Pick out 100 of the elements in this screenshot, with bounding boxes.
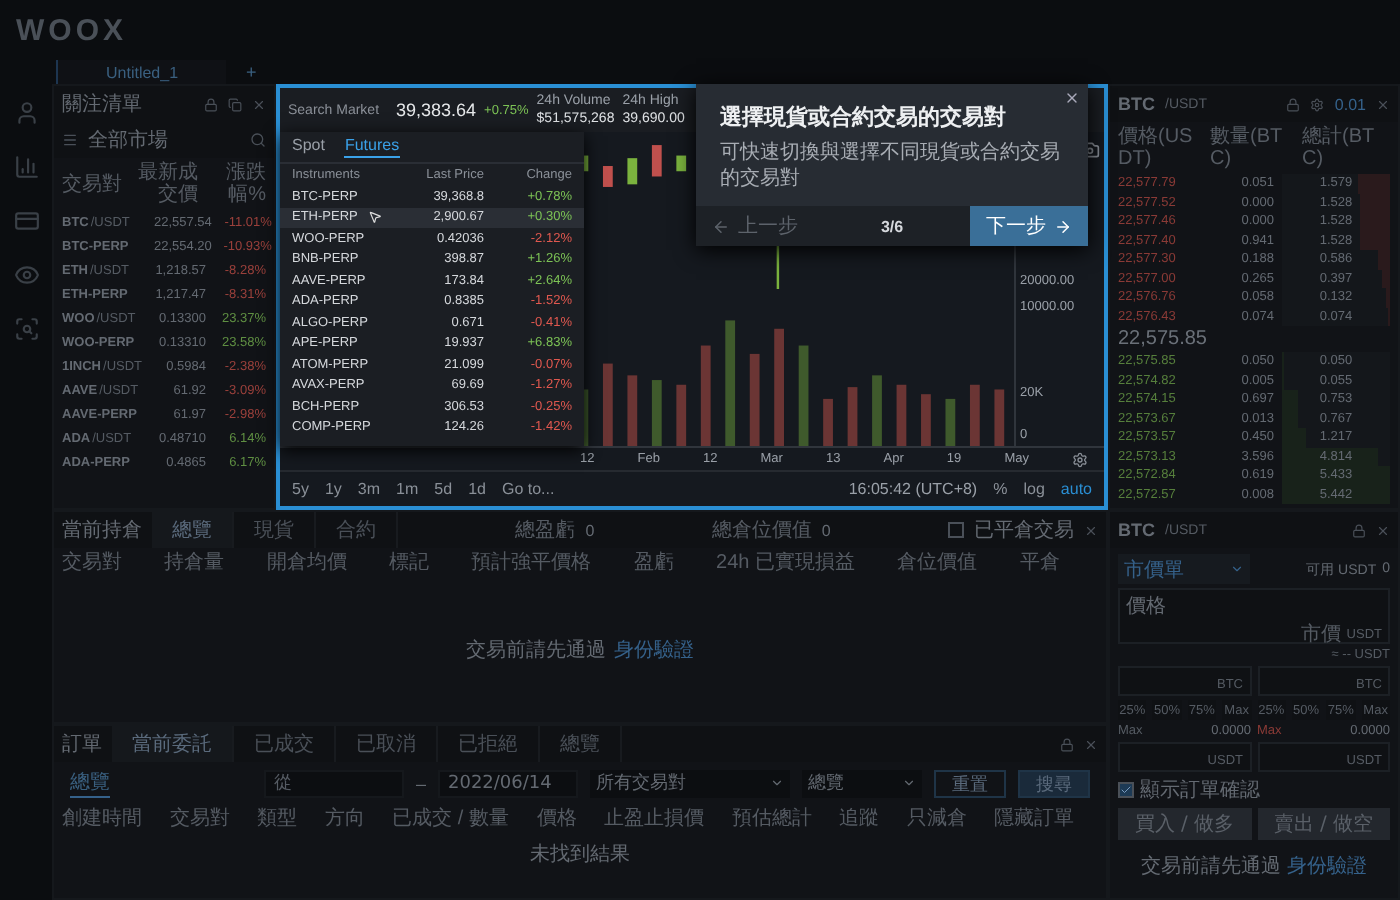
- filter-tab[interactable]: 總覽: [70, 768, 110, 798]
- lock-icon[interactable]: [1060, 737, 1074, 751]
- verify-link[interactable]: 身份驗證: [614, 636, 694, 664]
- go-to-button[interactable]: Go to...: [501, 480, 555, 498]
- market-tab[interactable]: Futures: [344, 136, 400, 158]
- workspace-tab[interactable]: Untitled_1: [56, 60, 227, 84]
- column-header[interactable]: 只減倉: [906, 808, 991, 830]
- panel-tab[interactable]: 合約: [316, 512, 398, 548]
- range-button[interactable]: 5y: [292, 480, 309, 498]
- column-header[interactable]: 最新成交價: [134, 162, 198, 206]
- close-icon[interactable]: [1376, 97, 1390, 111]
- list-search-icon[interactable]: [13, 316, 39, 342]
- range-button[interactable]: 1m: [396, 480, 419, 498]
- checkbox[interactable]: [1118, 782, 1134, 798]
- user-icon[interactable]: [13, 100, 39, 126]
- close-button[interactable]: [1064, 90, 1080, 106]
- panel-title: 當前持倉: [62, 517, 142, 544]
- column-header[interactable]: 開倉均價: [266, 552, 385, 574]
- volume-bar: [676, 384, 687, 446]
- close-icon[interactable]: [1084, 737, 1098, 751]
- scale-button[interactable]: %: [993, 480, 1008, 498]
- volume-bar: [823, 398, 833, 446]
- panel-tab[interactable]: 總覽: [152, 512, 234, 548]
- candle: [651, 145, 662, 177]
- menu-icon[interactable]: [62, 132, 78, 148]
- empty-message: 未找到結果: [530, 841, 630, 868]
- range-button[interactable]: 5d: [434, 480, 453, 498]
- panel-tab[interactable]: 已拒絕: [438, 726, 540, 762]
- column-header[interactable]: 類型: [257, 808, 321, 830]
- column-header[interactable]: 倉位價值: [897, 552, 1016, 574]
- order-type-dropdown[interactable]: 市價單: [1118, 554, 1250, 584]
- eye-icon[interactable]: [13, 262, 39, 288]
- buy-button[interactable]: 買入 / 做多: [1118, 808, 1251, 840]
- column-header[interactable]: 止盈止損價: [604, 808, 728, 830]
- verify-link[interactable]: 身份驗證: [1287, 852, 1367, 880]
- add-tab-button[interactable]: +: [226, 60, 277, 84]
- summary-label: 總倉位價值: [711, 518, 812, 544]
- lock-icon[interactable]: [1352, 523, 1366, 537]
- close-icon[interactable]: [1376, 523, 1390, 537]
- panel-tab[interactable]: 當前委託: [112, 726, 234, 762]
- reset-button[interactable]: 重置: [934, 769, 1006, 797]
- volume-bar: [700, 345, 711, 446]
- column-header[interactable]: 盈虧: [633, 552, 713, 574]
- checkbox-label: 已平倉交易: [974, 517, 1075, 544]
- column-header[interactable]: 已成交 / 數量: [392, 808, 533, 830]
- range-button[interactable]: 3m: [357, 480, 381, 498]
- close-icon[interactable]: [252, 97, 266, 111]
- logo: WOOX: [16, 13, 127, 47]
- settings-icon[interactable]: [1072, 451, 1088, 467]
- search-icon[interactable]: [250, 132, 266, 148]
- settings-icon[interactable]: [1310, 97, 1325, 111]
- column-header[interactable]: 創建時間: [62, 808, 166, 830]
- search-button[interactable]: 搜尋: [1018, 769, 1090, 797]
- column-header[interactable]: 價格: [536, 808, 601, 830]
- range-button[interactable]: 1d: [468, 480, 486, 498]
- card-icon[interactable]: [13, 208, 39, 234]
- checkbox[interactable]: [948, 522, 965, 538]
- arrow-right-icon: [1054, 217, 1072, 235]
- sell-button[interactable]: 賣出 / 做空: [1257, 808, 1390, 840]
- lock-icon[interactable]: [1286, 97, 1301, 111]
- bar-chart-icon[interactable]: [13, 154, 39, 180]
- column-header[interactable]: 漲跌幅%: [202, 162, 266, 206]
- column-header[interactable]: 追蹤: [839, 808, 903, 830]
- column-header[interactable]: 平倉: [1019, 552, 1098, 574]
- market-filter[interactable]: 全部市場: [88, 126, 168, 154]
- copy-icon[interactable]: [228, 97, 242, 111]
- panel-tab[interactable]: 已取消: [336, 726, 438, 762]
- column-header[interactable]: 標記: [389, 552, 468, 574]
- scale-button[interactable]: auto: [1060, 480, 1092, 498]
- column-header[interactable]: 交易對: [62, 552, 161, 574]
- panel-tab[interactable]: 已成交: [234, 726, 336, 762]
- date-field[interactable]: 從: [263, 769, 404, 797]
- next-button[interactable]: 下一步: [970, 206, 1088, 246]
- scale-button[interactable]: log: [1023, 480, 1045, 498]
- column-header[interactable]: 隱藏訂單: [994, 808, 1098, 830]
- close-icon[interactable]: [1084, 523, 1099, 537]
- pair-base[interactable]: BTC: [1118, 520, 1155, 540]
- column-header[interactable]: 預計強平價格: [471, 552, 630, 574]
- column-header[interactable]: 預估總計: [731, 808, 836, 830]
- volume-bar: [847, 387, 858, 446]
- volume-bar: [774, 328, 784, 446]
- column-header[interactable]: 24h 已實現損益: [716, 552, 894, 574]
- empty-message: 交易前請先通過: [466, 637, 606, 664]
- summary-label: 總盈虧: [515, 517, 576, 544]
- precision-selector[interactable]: 0.01: [1334, 95, 1366, 113]
- column-header[interactable]: 持倉量: [164, 552, 263, 574]
- tour-title: 選擇現貨或合約交易的交易對: [720, 103, 1008, 132]
- panel-tab[interactable]: 現貨: [234, 512, 316, 548]
- type-dropdown[interactable]: 總覽: [802, 769, 922, 797]
- range-button[interactable]: 1y: [324, 480, 342, 498]
- market-tab[interactable]: Spot: [292, 136, 325, 158]
- lock-icon[interactable]: [204, 97, 218, 111]
- panel-tab[interactable]: 總覽: [540, 726, 622, 762]
- date-field[interactable]: 2022/06/14: [438, 769, 578, 797]
- column-header[interactable]: 方向: [324, 808, 389, 830]
- volume-bar: [725, 320, 736, 446]
- column-header[interactable]: 交易對: [169, 808, 254, 830]
- column-header[interactable]: 交易對: [62, 173, 130, 195]
- pair-dropdown[interactable]: 所有交易對: [590, 769, 790, 797]
- pair-base[interactable]: BTC: [1118, 94, 1155, 114]
